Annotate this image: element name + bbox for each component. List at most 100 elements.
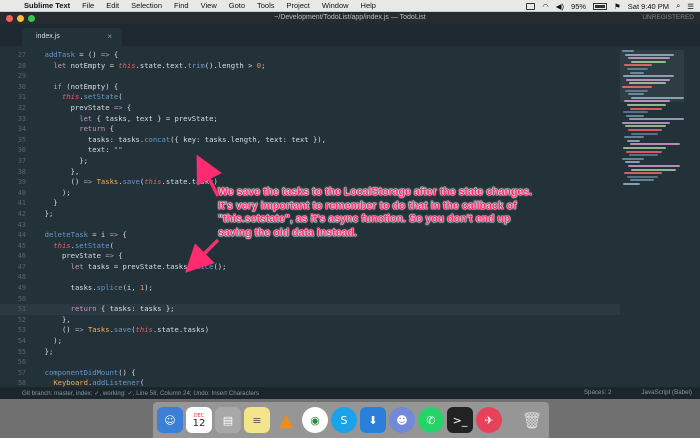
code-line: let tasks = prevState.tasks.slice(); — [70, 261, 227, 271]
status-left: Git branch: master, index: ✓, working: ✓… — [22, 389, 260, 397]
notes-icon[interactable]: ≡ — [244, 407, 270, 433]
minimap-line — [622, 157, 644, 160]
battery-percent[interactable]: 95% — [571, 2, 586, 11]
line-number: 43 — [17, 220, 26, 229]
line-number: 56 — [17, 358, 26, 367]
unregistered-label: UNREGISTERED — [642, 14, 694, 21]
tab-label: index.js — [36, 33, 60, 40]
indentation-setting[interactable]: Spaces: 2 — [584, 389, 612, 396]
minimap-line — [630, 179, 654, 182]
line-number: 39 — [17, 178, 26, 187]
line-number: 46 — [17, 252, 26, 261]
airmail-icon[interactable]: ✈ — [476, 407, 502, 433]
line-number: 51 — [17, 305, 26, 314]
wifi-icon[interactable]: ◠ — [542, 2, 549, 11]
window-titlebar: ~/Development/TodoList/app/index.js — To… — [0, 12, 700, 24]
line-number: 52 — [17, 315, 26, 324]
code-line: ); — [36, 336, 62, 346]
line-number: 47 — [17, 262, 26, 271]
line-number: 37 — [17, 156, 26, 165]
line-number: 54 — [17, 337, 26, 346]
code-line: }; — [36, 346, 54, 356]
minimap-viewport[interactable] — [620, 50, 684, 102]
code-line: }, — [36, 314, 71, 324]
code-line: let notEmpty = this.state.text.trim().le… — [53, 60, 266, 70]
tab-index-js[interactable]: index.js × — [22, 28, 122, 46]
code-line: prevState => { — [36, 102, 132, 112]
menu-help[interactable]: Help — [355, 1, 382, 10]
minimap-line — [622, 121, 670, 124]
whatsapp-icon[interactable]: ✆ — [418, 407, 444, 433]
menu-bar: Sublime Text File Edit Selection Find Vi… — [0, 0, 700, 12]
minimap-line — [630, 143, 680, 146]
menu-find[interactable]: Find — [168, 1, 195, 10]
menu-view[interactable]: View — [195, 1, 223, 10]
line-number: 45 — [17, 241, 26, 250]
code-line: tasks.splice(i, 1); — [36, 283, 153, 293]
app-store-icon[interactable]: ⬇ — [360, 407, 386, 433]
menu-goto[interactable]: Goto — [223, 1, 251, 10]
line-number: 29 — [17, 72, 26, 81]
minimap[interactable] — [620, 50, 684, 200]
volume-icon[interactable]: ◀) — [556, 2, 564, 11]
menu-project[interactable]: Project — [281, 1, 316, 10]
minimap-line — [625, 125, 666, 128]
minimap-line — [631, 132, 658, 135]
minimap-line — [628, 129, 662, 132]
chrome-icon[interactable]: ◉ — [302, 407, 328, 433]
annotation-text: We save the tasks to the LocalStorage af… — [218, 186, 533, 239]
discord-icon[interactable]: ☻ — [389, 407, 415, 433]
disk-utility-icon[interactable]: ▤ — [215, 407, 241, 433]
menu-file[interactable]: File — [76, 1, 100, 10]
line-number: 36 — [17, 146, 26, 155]
skype-icon[interactable]: S — [331, 407, 357, 433]
line-number: 48 — [17, 273, 26, 282]
line-number: 49 — [17, 284, 26, 293]
search-icon[interactable]: ⌕ — [676, 1, 680, 11]
line-number: 55 — [17, 347, 26, 356]
code-line: addTask = () => { — [44, 50, 119, 59]
battery-icon[interactable] — [593, 2, 608, 10]
minimap-line — [627, 103, 666, 106]
display-icon[interactable] — [526, 2, 536, 10]
menu-window[interactable]: Window — [316, 1, 355, 10]
close-tab-icon[interactable]: × — [107, 32, 112, 41]
calendar-icon[interactable]: DEC 12 — [186, 407, 212, 433]
flag-icon[interactable]: ⚑ — [614, 2, 621, 11]
line-number: 42 — [17, 209, 26, 218]
menu-edit[interactable]: Edit — [100, 1, 125, 10]
line-number: 28 — [17, 61, 26, 70]
line-number-gutter: 27 28 29 30 31 32 33 34 35 36 37 38 39 4… — [0, 50, 30, 410]
finder-icon[interactable]: ☺ — [157, 407, 183, 433]
line-number: 33 — [17, 114, 26, 123]
menu-app[interactable]: Sublime Text — [18, 1, 76, 10]
menu-tools[interactable]: Tools — [251, 1, 281, 10]
terminal-icon[interactable]: >_ — [447, 407, 473, 433]
line-number: 44 — [17, 231, 26, 240]
code-line: componentDidMount() { — [44, 367, 136, 377]
code-line: let { tasks, text } = prevState; — [79, 113, 218, 123]
minimap-line — [629, 154, 658, 157]
vlc-icon[interactable]: ▲ — [273, 407, 299, 433]
minimap-line — [623, 111, 648, 114]
dock: ☺ DEC 12 ▤ ≡ ▲ ◉ S ⬇ ☻ ✆ >_ ✈ 🗑 — [153, 402, 549, 438]
code-line: }, — [36, 166, 80, 176]
line-number: 41 — [17, 199, 26, 208]
minimap-line — [623, 182, 640, 185]
code-line: this.setState( — [61, 92, 123, 102]
tab-bar: index.js × — [0, 24, 700, 46]
minimap-line — [626, 114, 644, 117]
status-menus: ◠ ◀) 95% ⚑ Sat 9:40 PM ⌕ ☰ — [526, 0, 694, 12]
clock[interactable]: Sat 9:40 PM — [628, 2, 669, 11]
code-line: this.setState( — [53, 240, 114, 250]
line-number: 57 — [17, 368, 26, 377]
trash-icon[interactable]: 🗑 — [519, 407, 545, 433]
code-line: text: "" — [36, 145, 123, 155]
syntax-setting[interactable]: JavaScript (Babel) — [641, 389, 692, 396]
code-line: return { — [79, 124, 114, 134]
menu-selection[interactable]: Selection — [125, 1, 168, 10]
code-line: }; — [36, 155, 88, 165]
notification-center-icon[interactable]: ☰ — [687, 2, 694, 11]
calendar-day: 12 — [192, 418, 206, 429]
